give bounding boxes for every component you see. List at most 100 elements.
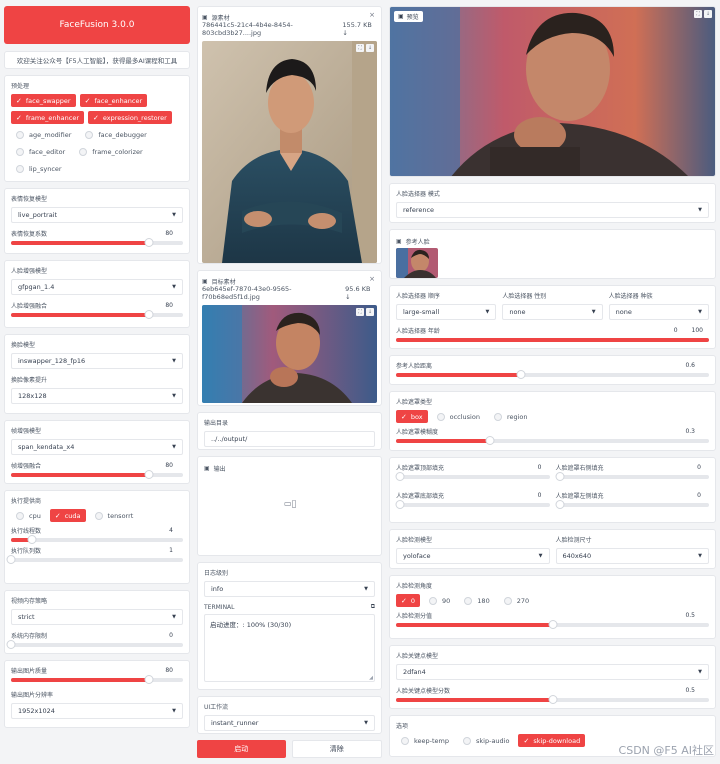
download-icon[interactable]: ↓ <box>366 308 374 316</box>
download-icon[interactable]: ↓ <box>704 10 712 18</box>
padding-top-value[interactable]: 0 <box>538 464 550 471</box>
slider-handle[interactable] <box>144 470 154 479</box>
selector-age-min[interactable]: 0 <box>674 327 678 334</box>
provider-cpu[interactable]: cpu <box>11 509 46 522</box>
mask-type-region[interactable]: region <box>488 410 533 423</box>
resize-handle-icon[interactable]: ◢ <box>369 675 373 681</box>
processor-face-debugger[interactable]: face_debugger <box>80 128 152 141</box>
output-dir-input[interactable]: ../../output/ <box>204 431 375 447</box>
expression-factor-slider[interactable] <box>11 238 183 247</box>
output-quality-slider[interactable] <box>11 675 183 684</box>
log-level-select[interactable]: info ▼ <box>204 581 375 597</box>
landmarker-score-value[interactable]: 0.5 <box>685 687 709 694</box>
processor-face-enhancer[interactable]: ✓ face_enhancer <box>79 94 148 107</box>
memory-limit-slider[interactable] <box>6 640 183 649</box>
output-resolution-select[interactable]: 1952x1024 ▼ <box>11 703 183 719</box>
padding-right-slider[interactable] <box>555 472 709 481</box>
processor-age-modifier[interactable]: age_modifier <box>11 128 77 141</box>
expression-model-select[interactable]: live_portrait ▼ <box>11 207 183 223</box>
close-icon[interactable]: × <box>369 11 375 19</box>
slider-handle[interactable] <box>395 500 405 509</box>
processor-frame-colorizer[interactable]: frame_colorizer <box>74 145 148 158</box>
face-enhancer-model-select[interactable]: gfpgan_1.4 ▼ <box>11 279 183 295</box>
frame-enhancer-blend-slider[interactable] <box>11 470 183 479</box>
padding-left-value[interactable]: 0 <box>697 492 709 499</box>
start-button[interactable]: 启动 <box>197 740 286 758</box>
selector-race-select[interactable]: none ▼ <box>608 304 709 320</box>
processor-frame-enhancer[interactable]: ✓ frame_enhancer <box>11 111 84 124</box>
slider-handle[interactable] <box>516 370 526 379</box>
slider-handle[interactable] <box>27 535 37 544</box>
slider-handle[interactable] <box>144 310 154 319</box>
source-filesize[interactable]: 155.7 KB ↓ <box>342 21 377 37</box>
slider-handle[interactable] <box>555 500 564 509</box>
execution-threads-value[interactable]: 4 <box>169 527 183 534</box>
execution-queue-value[interactable]: 1 <box>169 547 183 554</box>
download-icon[interactable]: ↓ <box>366 44 374 52</box>
ui-workflow-select[interactable]: instant_runner ▼ <box>204 715 375 731</box>
face-swapper-pixel-select[interactable]: 128x128 ▼ <box>11 388 183 404</box>
close-icon[interactable]: × <box>369 275 375 283</box>
source-file[interactable]: 786441c5-21c4-4b4e-8454-803cbd3b27....jp… <box>202 21 377 37</box>
fullscreen-icon[interactable]: ⛶ <box>356 308 364 316</box>
clear-button[interactable]: 清除 <box>291 740 382 758</box>
fullscreen-icon[interactable]: ⛶ <box>356 44 364 52</box>
processor-face-editor[interactable]: face_editor <box>11 145 71 158</box>
slider-handle[interactable] <box>6 555 16 564</box>
output-quality-value[interactable]: 80 <box>165 667 183 674</box>
execution-threads-slider[interactable] <box>11 535 183 544</box>
face-enhancer-blend-slider[interactable] <box>11 310 183 319</box>
padding-top-slider[interactable] <box>395 472 550 481</box>
processor-face-swapper[interactable]: ✓ face_swapper <box>11 94 76 107</box>
selector-age-max[interactable]: 100 <box>692 327 703 334</box>
padding-bottom-slider[interactable] <box>395 500 550 509</box>
padding-right-value[interactable]: 0 <box>697 464 709 471</box>
provider-tensorrt[interactable]: tensorrt <box>89 509 139 522</box>
mask-blur-slider[interactable] <box>396 436 709 445</box>
processor-expression-restorer[interactable]: ✓ expression_restorer <box>88 111 172 124</box>
mask-blur-value[interactable]: 0.3 <box>685 428 709 435</box>
landmarker-model-select[interactable]: 2dfan4 ▼ <box>396 664 709 680</box>
slider-handle[interactable] <box>548 695 557 704</box>
mask-type-box[interactable]: ✓ box <box>396 410 428 423</box>
angle-90[interactable]: 90 <box>424 594 456 607</box>
face-selector-mode-select[interactable]: reference ▼ <box>396 202 709 218</box>
memory-strategy-select[interactable]: strict ▼ <box>11 609 183 625</box>
fullscreen-icon[interactable]: ⛶ <box>694 10 702 18</box>
detector-model-select[interactable]: yoloface ▼ <box>396 548 550 564</box>
option-skip-download[interactable]: ✓ skip-download <box>518 734 586 747</box>
slider-handle[interactable] <box>555 472 564 481</box>
detector-size-select[interactable]: 640x640 ▼ <box>555 548 709 564</box>
provider-cuda[interactable]: ✓ cuda <box>49 509 86 522</box>
option-skip-audio[interactable]: skip-audio <box>458 734 515 747</box>
processor-lip-syncer[interactable]: lip_syncer <box>11 162 67 175</box>
angle-0[interactable]: ✓ 0 <box>396 594 421 607</box>
memory-limit-value[interactable]: 0 <box>169 632 183 639</box>
mask-type-occlusion[interactable]: occlusion <box>431 410 485 423</box>
option-keep-temp[interactable]: keep-temp <box>396 734 455 747</box>
execution-queue-slider[interactable] <box>6 555 183 564</box>
detector-score-value[interactable]: 0.5 <box>685 612 709 619</box>
selector-age-range-slider[interactable] <box>396 338 709 342</box>
slider-handle[interactable] <box>485 436 495 445</box>
angle-270[interactable]: 270 <box>498 594 535 607</box>
face-swapper-model-select[interactable]: inswapper_128_fp16 ▼ <box>11 353 183 369</box>
slider-handle[interactable] <box>395 472 405 481</box>
reference-face-thumbnail[interactable] <box>396 248 438 278</box>
selector-order-select[interactable]: large-small ▼ <box>396 304 497 320</box>
expression-factor-value[interactable]: 80 <box>165 230 183 237</box>
ref-distance-value[interactable]: 0.6 <box>685 362 709 369</box>
target-file[interactable]: 6eb645ef-7870-43e0-9565-f70b68ed5f1d.jpg… <box>202 285 377 301</box>
copy-icon[interactable]: ⧉ <box>371 603 375 611</box>
padding-left-slider[interactable] <box>555 500 709 509</box>
slider-handle[interactable] <box>144 238 154 247</box>
slider-handle[interactable] <box>6 640 16 649</box>
frame-enhancer-model-select[interactable]: span_kendata_x4 ▼ <box>11 439 183 455</box>
slider-handle[interactable] <box>144 675 154 684</box>
angle-180[interactable]: 180 <box>459 594 495 607</box>
ref-distance-slider[interactable] <box>396 370 709 379</box>
terminal-output[interactable]: 启动进度：: 100% (30/30) ◢ <box>204 614 375 682</box>
detector-score-slider[interactable] <box>396 620 709 629</box>
padding-bottom-value[interactable]: 0 <box>538 492 550 499</box>
landmarker-score-slider[interactable] <box>396 695 709 704</box>
